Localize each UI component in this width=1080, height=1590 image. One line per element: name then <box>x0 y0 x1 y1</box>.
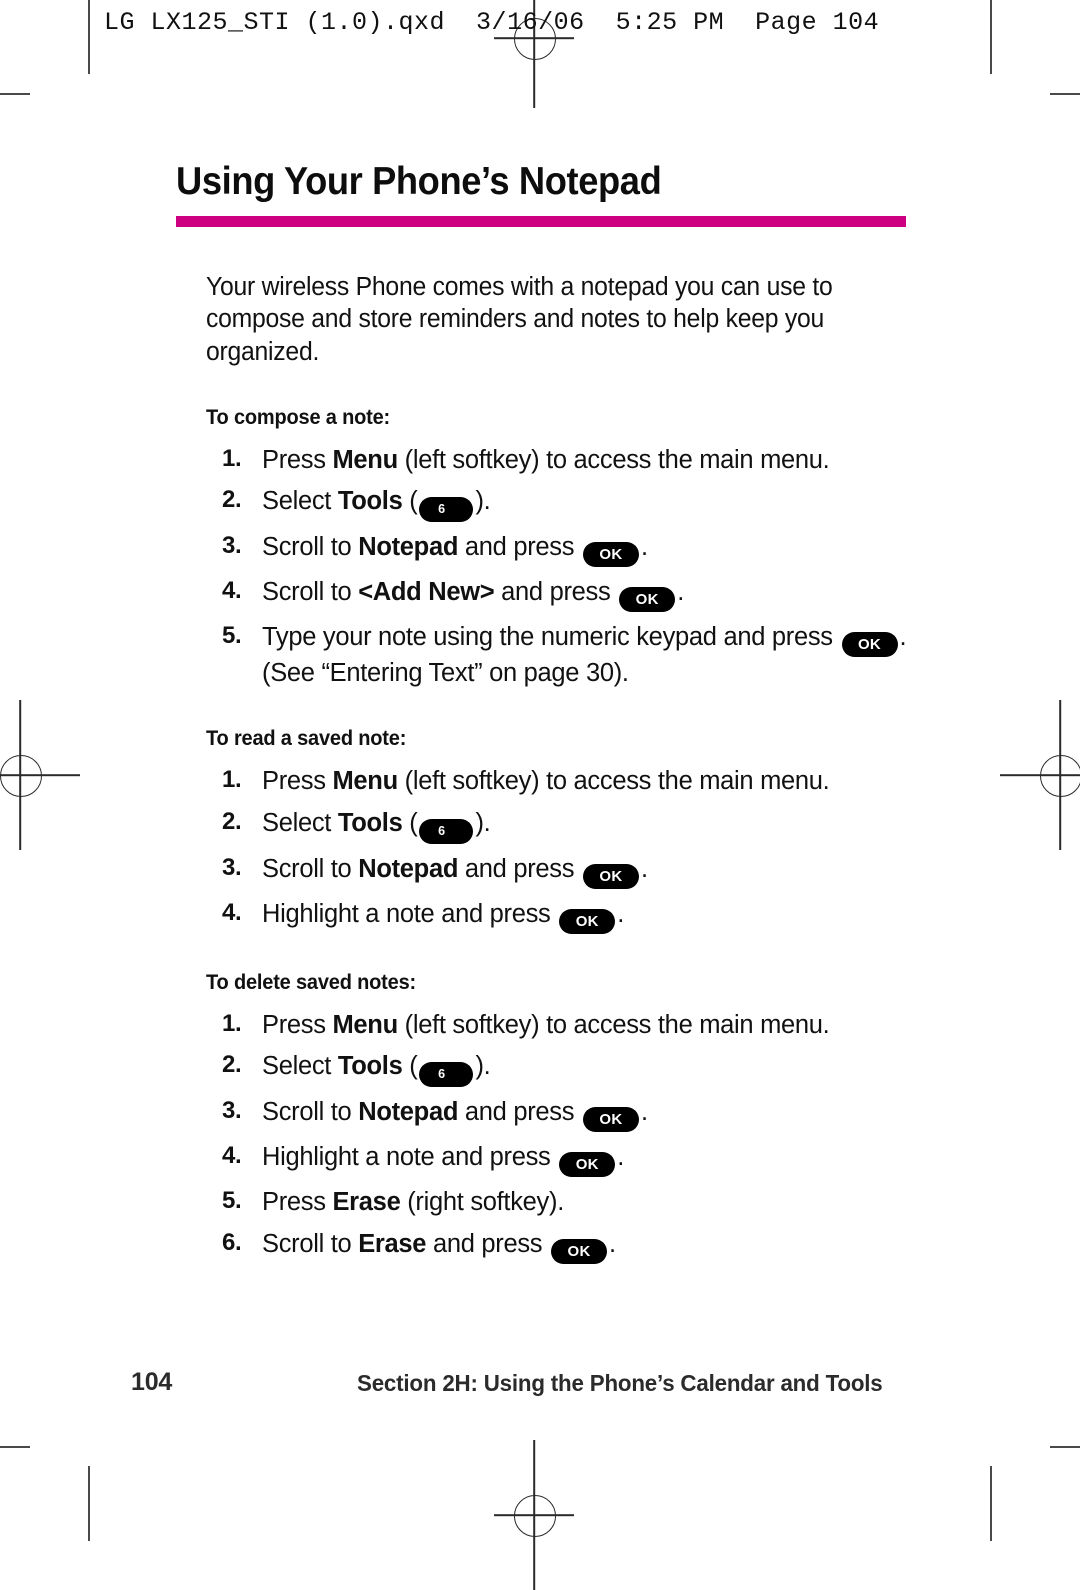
print-job-header: LG LX125_STI (1.0).qxd 3/16/06 5:25 PM P… <box>104 8 880 37</box>
step-number: 2. <box>222 1051 242 1079</box>
registration-mark-left <box>0 700 80 850</box>
step-number: 5. <box>222 622 242 650</box>
registration-mark-circle <box>0 755 42 797</box>
emphasis-term: Notepad <box>358 533 459 562</box>
step-item: 6. Scroll to Erase and press OK. <box>222 1228 922 1264</box>
step-text: Select Tools (6). <box>262 808 491 844</box>
sections-container: To compose a note: 1. Press Menu (left sof… <box>176 405 916 1264</box>
step-text: Highlight a note and press OK. <box>262 1143 624 1178</box>
registration-mark-right <box>1000 700 1080 850</box>
step-number: 3. <box>222 532 242 560</box>
step-text: Scroll to <Add New> and press OK. <box>262 578 684 613</box>
step-item: 5. Type your note using the numeric keypa… <box>222 621 922 690</box>
page-content: Using Your Phone’s Notepad Your wireless… <box>176 160 916 1273</box>
running-footer-text: Section 2H: Using the Phone’s Calendar a… <box>357 1370 883 1396</box>
section-heading: To delete saved notes: <box>206 969 416 994</box>
step-list: 1. Press Menu (left softkey) to access th… <box>176 444 916 690</box>
emphasis-term: Menu <box>332 766 398 795</box>
step-number: 1. <box>222 1009 242 1037</box>
step-item: 4. Scroll to <Add New> and press OK. <box>222 576 922 613</box>
emphasis-term: Erase <box>358 1229 427 1258</box>
phone-key-ok-icon: OK <box>559 908 616 934</box>
step-item: 1. Press Menu (left softkey) to access th… <box>222 444 922 477</box>
step-text: Scroll to Notepad and press OK. <box>262 533 648 568</box>
step-number: 2. <box>222 486 242 514</box>
step-number: 4. <box>222 577 242 605</box>
step-item: 2. Select Tools (6). <box>222 1050 922 1088</box>
step-text: Scroll to Erase and press OK. <box>262 1229 616 1264</box>
step-number: 5. <box>222 1187 242 1215</box>
step-number: 6. <box>222 1228 242 1256</box>
step-number: 4. <box>222 1142 242 1170</box>
step-list: 1. Press Menu (left softkey) to access th… <box>176 1009 916 1264</box>
emphasis-term: Erase <box>332 1188 401 1217</box>
emphasis-term: Tools <box>337 487 403 516</box>
step-number: 3. <box>222 1097 242 1125</box>
phone-key-ok-icon: OK <box>582 863 639 889</box>
page-number: 104 <box>131 1368 173 1396</box>
crop-mark-bottom-right-horizontal <box>1050 1446 1080 1448</box>
phone-key-ok-icon: OK <box>619 587 676 613</box>
crop-mark-top-left-vertical <box>88 0 90 74</box>
step-text: Press Erase (right softkey). <box>262 1188 564 1217</box>
step-item: 3. Scroll to Notepad and press OK. <box>222 853 922 889</box>
step-item: 3. Scroll to Notepad and press OK. <box>222 1096 922 1133</box>
title-accent-rule <box>176 215 906 227</box>
emphasis-term: Notepad <box>358 1098 459 1127</box>
emphasis-term: Notepad <box>358 854 459 883</box>
crop-mark-bottom-right-vertical <box>990 1466 992 1541</box>
page-title: Using Your Phone’s Notepad <box>176 160 662 203</box>
emphasis-term: Tools <box>337 1052 403 1081</box>
step-number: 4. <box>222 898 242 926</box>
section-heading: To compose a note: <box>206 404 391 429</box>
crop-mark-bottom-left-horizontal <box>0 1446 30 1448</box>
phone-key-6-icon: 6 <box>419 818 474 844</box>
step-number: 1. <box>222 444 242 472</box>
phone-key-6-icon: 6 <box>419 497 474 523</box>
section-heading: To read a saved note: <box>206 725 407 750</box>
step-item: 2. Select Tools (6). <box>222 485 922 523</box>
phone-key-ok-icon: OK <box>582 1107 639 1133</box>
step-number: 2. <box>222 807 242 835</box>
step-text: Press Menu (left softkey) to access the … <box>262 445 830 474</box>
step-item: 4. Highlight a note and press OK. <box>222 898 922 934</box>
intro-paragraph: Your wireless Phone comes with a notepad… <box>206 272 833 367</box>
step-number: 3. <box>222 853 242 881</box>
step-number: 1. <box>222 765 242 793</box>
phone-key-ok-icon: OK <box>841 632 898 658</box>
registration-mark-circle <box>514 1495 556 1537</box>
step-list: 1. Press Menu (left softkey) to access th… <box>176 765 916 934</box>
emphasis-term: Tools <box>337 808 403 837</box>
crop-mark-top-right-horizontal <box>1050 93 1080 95</box>
crop-mark-top-left-horizontal <box>0 93 30 95</box>
crop-mark-bottom-left-vertical <box>88 1466 90 1541</box>
phone-key-ok-icon: OK <box>582 542 639 568</box>
step-item: 1. Press Menu (left softkey) to access th… <box>222 765 922 798</box>
phone-key-6-icon: 6 <box>419 1062 474 1088</box>
step-item: 5. Press Erase (right softkey). <box>222 1186 922 1219</box>
registration-mark-circle <box>1040 755 1080 797</box>
step-text: Type your note using the numeric keypad … <box>262 623 907 688</box>
step-text: Scroll to Notepad and press OK. <box>262 1098 648 1133</box>
phone-key-ok-icon: OK <box>551 1238 608 1264</box>
step-item: 3. Scroll to Notepad and press OK. <box>222 531 922 568</box>
step-text: Press Menu (left softkey) to access the … <box>262 1010 830 1039</box>
step-text: Select Tools (6). <box>262 487 491 523</box>
emphasis-term: <Add New> <box>358 578 495 607</box>
step-text: Select Tools (6). <box>262 1052 491 1088</box>
phone-key-ok-icon: OK <box>559 1152 616 1178</box>
registration-mark-bottom <box>494 1440 574 1590</box>
step-item: 4. Highlight a note and press OK. <box>222 1141 922 1178</box>
emphasis-term: Menu <box>332 445 398 474</box>
emphasis-term: Menu <box>332 1010 398 1039</box>
page-footer: 104 Section 2H: Using the Phone’s Calend… <box>0 1368 1080 1402</box>
step-item: 1. Press Menu (left softkey) to access th… <box>222 1009 922 1042</box>
step-text: Highlight a note and press OK. <box>262 900 624 934</box>
step-text: Press Menu (left softkey) to access the … <box>262 766 830 795</box>
step-item: 2. Select Tools (6). <box>222 807 922 844</box>
step-text: Scroll to Notepad and press OK. <box>262 854 648 889</box>
crop-mark-top-right-vertical <box>990 0 992 74</box>
